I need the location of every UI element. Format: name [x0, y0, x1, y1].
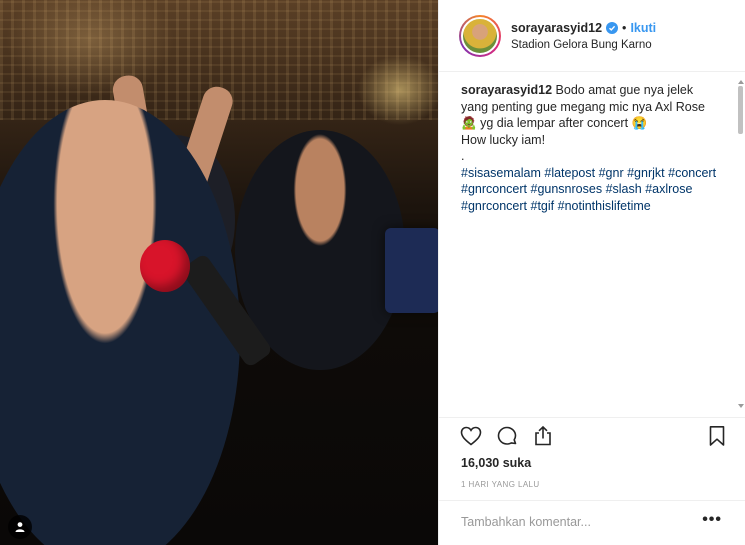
hashtag[interactable]: #slash: [606, 182, 642, 196]
hashtag[interactable]: #latepost: [544, 166, 595, 180]
avatar[interactable]: [459, 14, 501, 57]
scroll-thumb[interactable]: [738, 86, 743, 134]
emoji: 😭: [631, 116, 648, 130]
emoji: 🧟: [461, 116, 477, 130]
comment-button[interactable]: [495, 424, 519, 448]
bookmark-icon: [709, 426, 725, 446]
username-link[interactable]: sorayarasyid12: [511, 21, 602, 35]
hashtag[interactable]: #axlrose: [645, 182, 692, 196]
verified-badge-icon: [606, 21, 619, 34]
hashtag[interactable]: #notinthislifetime: [558, 199, 651, 213]
hashtag[interactable]: #gnrconcert: [461, 199, 527, 213]
share-icon: [535, 425, 551, 446]
post-photo[interactable]: [0, 0, 438, 545]
action-bar: [459, 424, 729, 450]
post-sidebar: sorayarasyid12 • Ikuti Stadion Gelora Bu…: [438, 0, 745, 545]
hashtag[interactable]: #tgif: [531, 199, 555, 213]
comments-scrollbar[interactable]: [737, 80, 744, 408]
more-options-button[interactable]: •••: [702, 511, 722, 529]
user-tag-button[interactable]: [8, 515, 32, 539]
microphone-foam: [140, 240, 190, 292]
hashtag[interactable]: #sisasemalam: [461, 166, 541, 180]
caption: sorayarasyid12 Bodo amat gue nya jelek y…: [461, 82, 723, 214]
post-header: sorayarasyid12 • Ikuti Stadion Gelora Bu…: [439, 0, 745, 72]
phone: [385, 228, 438, 313]
comment-form: •••: [439, 500, 745, 545]
save-button[interactable]: [705, 424, 729, 448]
like-count[interactable]: 16,030 suka: [461, 456, 531, 470]
hashtag[interactable]: #gnrconcert: [461, 182, 527, 196]
follow-button[interactable]: Ikuti: [630, 21, 656, 35]
caption-text: .: [461, 149, 465, 163]
hashtag[interactable]: #gnrjkt: [627, 166, 665, 180]
hashtag[interactable]: #gunsnroses: [531, 182, 603, 196]
scroll-down-arrow-icon[interactable]: [738, 404, 744, 408]
separator-dot: •: [622, 20, 627, 35]
comment-input[interactable]: [461, 515, 691, 529]
caption-text: How lucky iam!: [461, 132, 546, 147]
comments-area[interactable]: sorayarasyid12 Bodo amat gue nya jelek y…: [439, 72, 745, 418]
like-button[interactable]: [459, 424, 483, 448]
share-button[interactable]: [531, 424, 555, 448]
caption-username[interactable]: sorayarasyid12: [461, 83, 552, 97]
caption-text: yg dia lempar after concert: [480, 116, 629, 130]
user-tag-icon: [15, 522, 25, 532]
heart-icon: [460, 426, 482, 446]
scroll-up-arrow-icon[interactable]: [738, 80, 744, 84]
post-timestamp[interactable]: 1 HARI YANG LALU: [461, 480, 540, 489]
hashtag[interactable]: #gnr: [599, 166, 624, 180]
comment-icon: [497, 426, 517, 445]
hashtag[interactable]: #concert: [668, 166, 716, 180]
location-link[interactable]: Stadion Gelora Bung Karno: [511, 39, 656, 51]
